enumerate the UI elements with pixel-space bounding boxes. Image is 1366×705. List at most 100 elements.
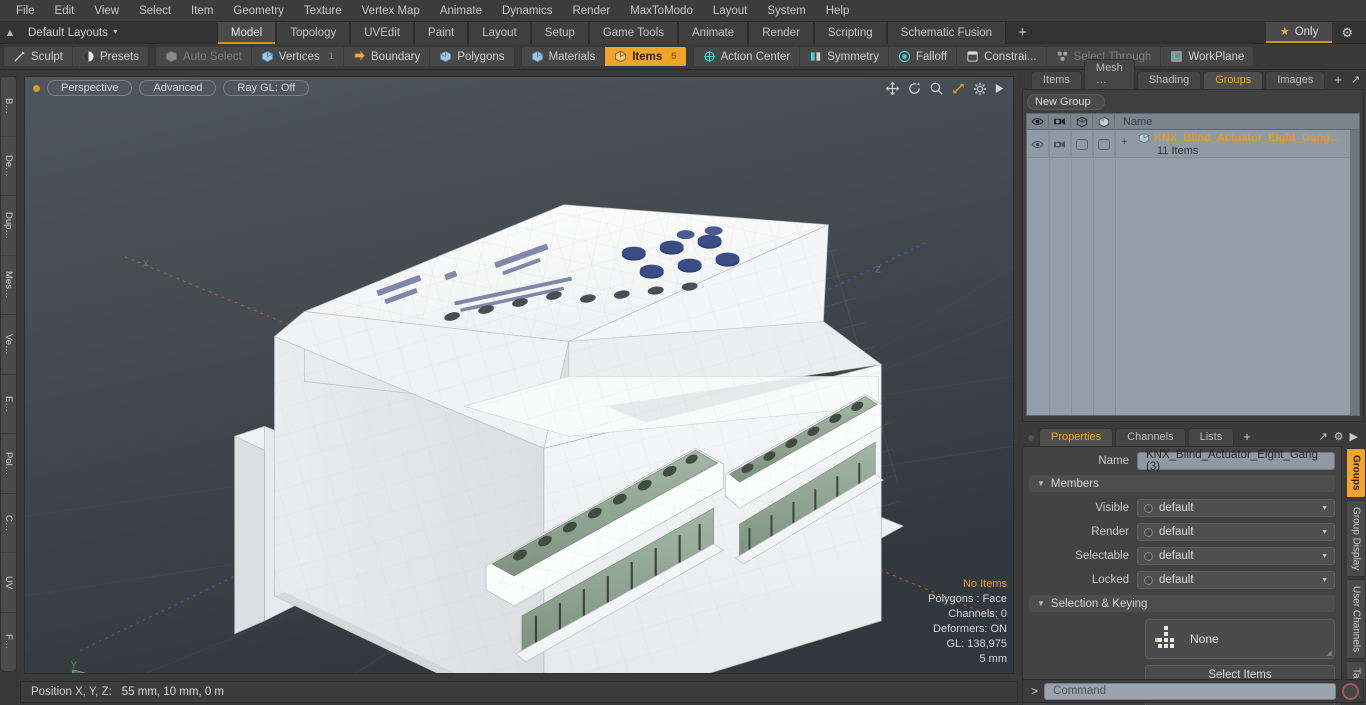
menu-item-help[interactable]: Help [816, 2, 860, 20]
add-properties-tab-button[interactable]: + [1236, 429, 1258, 446]
right-tab-user-channels[interactable]: User Channels [1347, 578, 1366, 660]
tab-schematic-fusion[interactable]: Schematic Fusion [886, 21, 1007, 44]
left-tab-basic[interactable]: B… [1, 77, 16, 137]
channel-dot-icon[interactable] [1144, 503, 1153, 513]
tab-mesh[interactable]: Mesh … [1083, 59, 1135, 89]
tab-layout[interactable]: Layout [468, 21, 531, 44]
left-tab-duplicate[interactable]: Dup… [1, 196, 16, 256]
symmetry-button[interactable]: Symmetry [800, 47, 889, 66]
move-icon[interactable] [885, 81, 900, 96]
rotate-icon[interactable] [907, 81, 922, 96]
presets-button[interactable]: Presets [73, 47, 148, 66]
viewport-menu-dot-icon[interactable] [33, 84, 40, 92]
viewport-3d[interactable]: Perspective Advanced Ray GL: Off X Z Y N… [24, 76, 1014, 674]
left-tab-edge[interactable]: E… [1, 375, 16, 434]
tab-properties[interactable]: Properties [1039, 428, 1114, 446]
left-tab-fusion[interactable]: F… [1, 613, 16, 672]
left-tab-curve[interactable]: C… [1, 494, 16, 553]
boundary-button[interactable]: Boundary [344, 47, 431, 66]
only-toggle-button[interactable]: ★ Only [1265, 22, 1333, 43]
tab-groups[interactable]: Groups [1203, 71, 1264, 89]
polygons-button[interactable]: Polygons [430, 47, 513, 66]
tab-channels[interactable]: Channels [1115, 428, 1186, 446]
locked-dropdown[interactable]: default ▼ [1137, 571, 1335, 589]
selection-set-preview[interactable]: None [1145, 619, 1335, 659]
left-tab-mesh[interactable]: Mes… [1, 256, 16, 315]
channel-dot-icon[interactable] [1144, 575, 1153, 585]
left-tab-vertex[interactable]: Ve… [1, 315, 16, 375]
new-group-button[interactable]: New Group [1027, 94, 1105, 110]
gear-icon[interactable] [973, 82, 987, 96]
row-shaded-toggle[interactable] [1093, 130, 1115, 158]
menu-item-select[interactable]: Select [129, 2, 181, 20]
menu-item-vertex-map[interactable]: Vertex Map [352, 2, 430, 20]
channel-dot-icon[interactable] [1144, 551, 1153, 561]
selection-keying-section-header[interactable]: ▼ Selection & Keying [1029, 595, 1335, 612]
materials-button[interactable]: Materials [522, 47, 606, 66]
gear-icon[interactable]: ⚙ [1334, 23, 1360, 43]
default-layouts-dropdown[interactable]: Default Layouts ▼ [20, 27, 127, 39]
tab-setup[interactable]: Setup [530, 21, 589, 44]
menu-item-view[interactable]: View [84, 2, 129, 20]
record-icon[interactable] [1342, 682, 1359, 700]
row-visible-toggle[interactable] [1027, 130, 1049, 158]
menu-item-dynamics[interactable]: Dynamics [492, 2, 562, 20]
visible-dropdown[interactable]: default ▼ [1137, 499, 1335, 517]
expand-panel-icon[interactable]: ↗ [1318, 430, 1327, 443]
menu-item-animate[interactable]: Animate [430, 2, 492, 20]
tab-animate[interactable]: Animate [678, 21, 749, 44]
menu-item-item[interactable]: Item [181, 2, 223, 20]
tab-scripting[interactable]: Scripting [813, 21, 887, 44]
menu-item-edit[interactable]: Edit [45, 2, 85, 20]
menu-item-maxtomodo[interactable]: MaxToModo [620, 2, 703, 20]
auto-select-button[interactable]: Auto Select [156, 47, 252, 66]
channel-dot-icon[interactable] [1144, 527, 1153, 537]
zoom-icon[interactable] [929, 81, 944, 96]
left-tab-uv[interactable]: UV [1, 553, 16, 613]
tab-game-tools[interactable]: Game Tools [588, 21, 678, 44]
expand-panel-icon[interactable]: ↗ [1351, 73, 1360, 86]
fit-icon[interactable] [951, 81, 966, 96]
tab-paint[interactable]: Paint [414, 21, 469, 44]
add-panel-tab-button[interactable]: + [1327, 72, 1349, 89]
row-render-toggle[interactable] [1049, 130, 1071, 158]
menu-item-render[interactable]: Render [562, 2, 620, 20]
gear-icon[interactable]: ⚙ [1334, 430, 1344, 443]
sculpt-button[interactable]: Sculpt [4, 47, 73, 66]
action-center-button[interactable]: Action Center [694, 47, 801, 66]
panel-arrow-icon[interactable]: ▶ [1350, 430, 1358, 443]
render-dropdown[interactable]: default ▼ [1137, 523, 1335, 541]
menu-item-system[interactable]: System [757, 2, 815, 20]
menu-item-file[interactable]: File [6, 2, 45, 20]
workplane-button[interactable]: WorkPlane [1161, 47, 1253, 66]
panel-menu-dot-icon[interactable] [1028, 435, 1034, 441]
play-icon[interactable] [994, 82, 1005, 95]
tab-model[interactable]: Model [216, 21, 277, 44]
selectable-dropdown[interactable]: default ▼ [1137, 547, 1335, 565]
row-name-cell[interactable]: + KNX_Blind_Actuator_Eight_Gang… 11 Item… [1115, 130, 1359, 157]
viewport-raygl-selector[interactable]: Ray GL: Off [223, 80, 310, 96]
add-tab-button[interactable]: + [1006, 22, 1039, 44]
name-input[interactable]: KNX_Blind_Actuator_Eight_Gang (3) [1137, 449, 1335, 473]
menu-item-geometry[interactable]: Geometry [223, 2, 294, 20]
left-tab-deform[interactable]: De… [1, 137, 16, 196]
tab-uvedit[interactable]: UVEdit [350, 21, 415, 44]
right-tab-group-display[interactable]: Group Display [1347, 499, 1366, 577]
viewport-shading-selector[interactable]: Advanced [139, 80, 217, 96]
viewport-view-selector[interactable]: Perspective [47, 80, 133, 96]
tab-topology[interactable]: Topology [276, 21, 351, 44]
groups-tree[interactable]: Name + KNX_Blind_Actuator_Eight_Gang… 11… [1026, 113, 1360, 416]
table-row[interactable]: + KNX_Blind_Actuator_Eight_Gang… 11 Item… [1027, 130, 1359, 158]
row-wireframe-toggle[interactable] [1071, 130, 1093, 158]
tab-lists[interactable]: Lists [1187, 428, 1235, 446]
members-section-header[interactable]: ▼ Members [1029, 475, 1335, 492]
constraint-button[interactable]: Constrai... [957, 47, 1047, 66]
tab-images[interactable]: Images [1265, 71, 1326, 89]
command-input[interactable]: Command [1044, 682, 1336, 700]
groups-tree-scrollbar[interactable] [1350, 130, 1359, 415]
vertices-button[interactable]: Vertices 1 [252, 47, 345, 66]
left-tab-polygon[interactable]: Pol… [1, 434, 16, 494]
items-button[interactable]: Items 5 [605, 47, 686, 66]
tab-render[interactable]: Render [748, 21, 814, 44]
tab-shading[interactable]: Shading [1136, 71, 1202, 89]
